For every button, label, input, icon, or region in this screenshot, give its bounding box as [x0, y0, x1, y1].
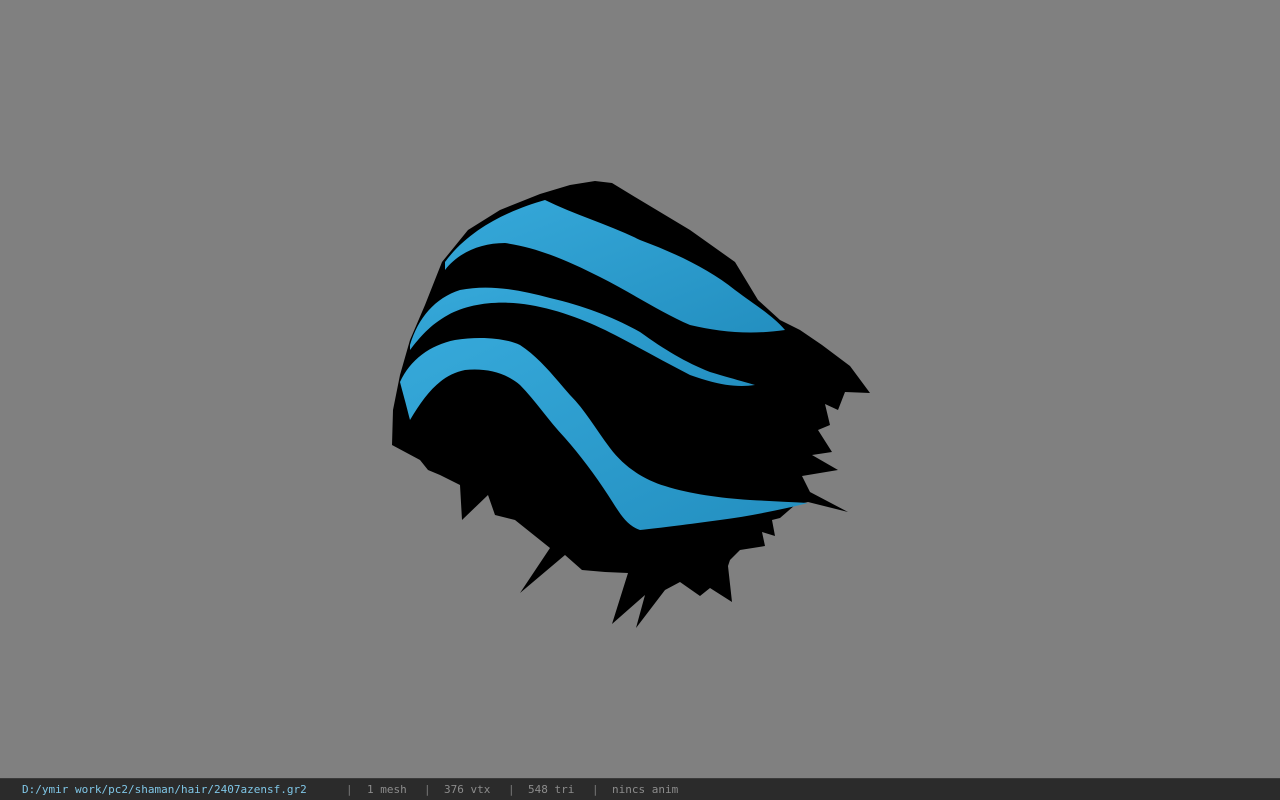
- 3d-viewport[interactable]: [0, 0, 1280, 778]
- mesh-count-label: 1 mesh: [367, 783, 407, 796]
- status-separator: |: [592, 783, 599, 796]
- status-separator: |: [346, 783, 353, 796]
- vertex-count-label: 376 vtx: [444, 783, 491, 796]
- status-bar: D:/ymir work/pc2/shaman/hair/2407azensf.…: [0, 778, 1280, 800]
- file-path-label: D:/ymir work/pc2/shaman/hair/2407azensf.…: [22, 783, 307, 796]
- status-separator: |: [424, 783, 431, 796]
- status-separator: |: [508, 783, 515, 796]
- animation-status-label: nincs anim: [612, 783, 679, 796]
- triangle-count-label: 548 tri: [528, 783, 575, 796]
- hair-model-render: [392, 181, 870, 628]
